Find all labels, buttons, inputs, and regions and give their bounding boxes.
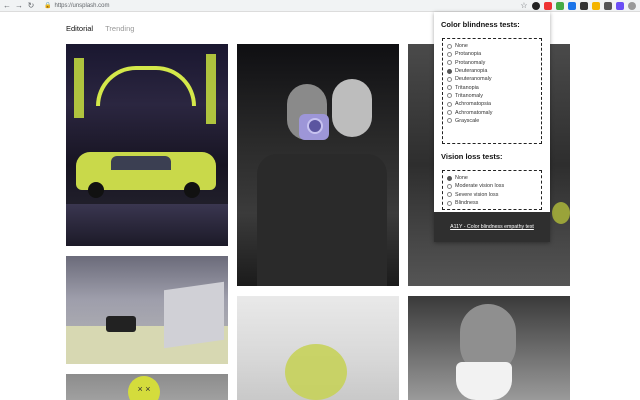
color-blindness-option[interactable]: Achromatopsia xyxy=(447,100,537,108)
profile-avatar[interactable] xyxy=(628,2,636,10)
figure-face xyxy=(332,79,372,137)
extension-icon-7[interactable] xyxy=(604,2,612,10)
color-blindness-option[interactable]: Deuteranomaly xyxy=(447,75,537,83)
vision-loss-option-label: None xyxy=(455,175,468,182)
color-blindness-option-label: Protanopia xyxy=(455,51,482,58)
laptop xyxy=(164,281,224,349)
radio-button[interactable] xyxy=(447,200,452,206)
vision-loss-option[interactable]: Severe vision loss xyxy=(447,191,537,199)
vision-loss-option[interactable]: None xyxy=(447,174,537,182)
radio-button[interactable] xyxy=(447,76,452,82)
vision-loss-option[interactable]: Blindness xyxy=(447,199,537,207)
extension-icon-3[interactable] xyxy=(556,2,564,10)
vision-loss-options: None Moderate vision loss Severe vision lo… xyxy=(442,170,542,210)
color-blindness-option[interactable]: None xyxy=(447,42,537,50)
photo-two-women-camera[interactable] xyxy=(237,44,399,286)
color-blindness-option[interactable]: Protanomaly xyxy=(447,59,537,67)
neon-sign xyxy=(74,58,84,118)
radio-button[interactable] xyxy=(447,60,452,66)
a11y-extension-icon[interactable] xyxy=(616,2,624,10)
extension-bar: ☆ xyxy=(520,1,636,11)
color-blindness-option-label: Tritanopia xyxy=(455,84,479,91)
color-blindness-heading: Color blindness tests: xyxy=(441,20,520,29)
photo-woman-cup[interactable] xyxy=(408,296,570,400)
tab-editorial[interactable]: Editorial xyxy=(66,24,93,33)
color-blindness-options: None Protanopia Protanomaly Deuteranopia Deu… xyxy=(442,38,542,144)
emoji-balloon: × × xyxy=(128,376,160,400)
color-blindness-option[interactable]: Tritanopia xyxy=(447,83,537,91)
photo-emoji-balloon[interactable]: × × xyxy=(66,374,228,400)
color-blindness-option[interactable]: Tritanomaly xyxy=(447,92,537,100)
color-blindness-option[interactable]: Achromatomaly xyxy=(447,108,537,116)
extension-icon-2[interactable] xyxy=(544,2,552,10)
neon-arch xyxy=(96,66,196,106)
browser-toolbar: ← → ↻ 🔒 https://unsplash.com ☆ xyxy=(0,0,640,12)
extension-icon-1[interactable] xyxy=(532,2,540,10)
wheel xyxy=(184,182,200,198)
radio-button[interactable] xyxy=(447,68,452,74)
street xyxy=(66,204,228,246)
radio-button[interactable] xyxy=(447,101,452,107)
extension-icon-4[interactable] xyxy=(568,2,576,10)
extension-icon-6[interactable] xyxy=(592,2,600,10)
camera-lens xyxy=(307,118,323,134)
cup xyxy=(456,362,512,400)
tab-trending[interactable]: Trending xyxy=(105,24,134,33)
forward-icon[interactable]: → xyxy=(14,1,24,11)
radio-button[interactable] xyxy=(447,192,452,198)
figure-body xyxy=(257,154,387,286)
vision-loss-heading: Vision loss tests: xyxy=(441,152,503,161)
radio-button[interactable] xyxy=(447,183,452,189)
url-text[interactable]: https://unsplash.com xyxy=(54,3,109,9)
reload-icon[interactable]: ↻ xyxy=(26,1,36,11)
vision-loss-option[interactable]: Moderate vision loss xyxy=(447,182,537,190)
radio-button[interactable] xyxy=(447,175,452,181)
color-blindness-option-label: Grayscale xyxy=(455,117,480,124)
radio-button[interactable] xyxy=(447,85,452,91)
feed-tabs: Editorial Trending xyxy=(66,24,134,33)
taxi-window xyxy=(111,156,171,170)
wheel xyxy=(88,182,104,198)
drink-glass xyxy=(285,344,347,400)
color-blindness-option-label: Tritanomaly xyxy=(455,92,483,99)
empathy-test-link[interactable]: A11Y - Color blindness empathy test xyxy=(450,224,534,230)
photo-laptop-camera[interactable] xyxy=(66,256,228,364)
photo-neon-street[interactable] xyxy=(66,44,228,246)
lock-icon: 🔒 xyxy=(44,3,52,9)
photo-green-drink[interactable] xyxy=(237,296,399,400)
extension-icon-5[interactable] xyxy=(580,2,588,10)
vision-loss-option-label: Blindness xyxy=(455,200,479,207)
neon-sign xyxy=(206,54,216,124)
color-blindness-option-label: None xyxy=(455,43,468,50)
green-object xyxy=(552,202,570,224)
color-blindness-option-label: Deuteranomaly xyxy=(455,76,492,83)
color-blindness-option-label: Achromatopsia xyxy=(455,101,491,108)
radio-button[interactable] xyxy=(447,43,452,49)
back-icon[interactable]: ← xyxy=(2,1,12,11)
vision-loss-option-label: Severe vision loss xyxy=(455,191,499,198)
color-blindness-option-label: Deuteranopia xyxy=(455,68,488,75)
popup-footer: A11Y - Color blindness empathy test xyxy=(434,212,550,242)
bookmark-star-icon[interactable]: ☆ xyxy=(520,2,528,10)
color-blindness-option-label: Achromatomaly xyxy=(455,109,493,116)
radio-button[interactable] xyxy=(447,110,452,116)
vision-loss-option-label: Moderate vision loss xyxy=(455,183,505,190)
color-blindness-option-label: Protanomaly xyxy=(455,59,486,66)
camera xyxy=(106,316,136,332)
color-blindness-option[interactable]: Grayscale xyxy=(447,117,537,125)
a11y-extension-popup: Color blindness tests: None Protanopia Pro… xyxy=(434,12,550,242)
color-blindness-option[interactable]: Protanopia xyxy=(447,50,537,58)
radio-button[interactable] xyxy=(447,51,452,57)
address-bar[interactable]: 🔒 https://unsplash.com xyxy=(44,2,110,10)
radio-button[interactable] xyxy=(447,118,452,124)
color-blindness-option[interactable]: Deuteranopia xyxy=(447,67,537,75)
radio-button[interactable] xyxy=(447,93,452,99)
